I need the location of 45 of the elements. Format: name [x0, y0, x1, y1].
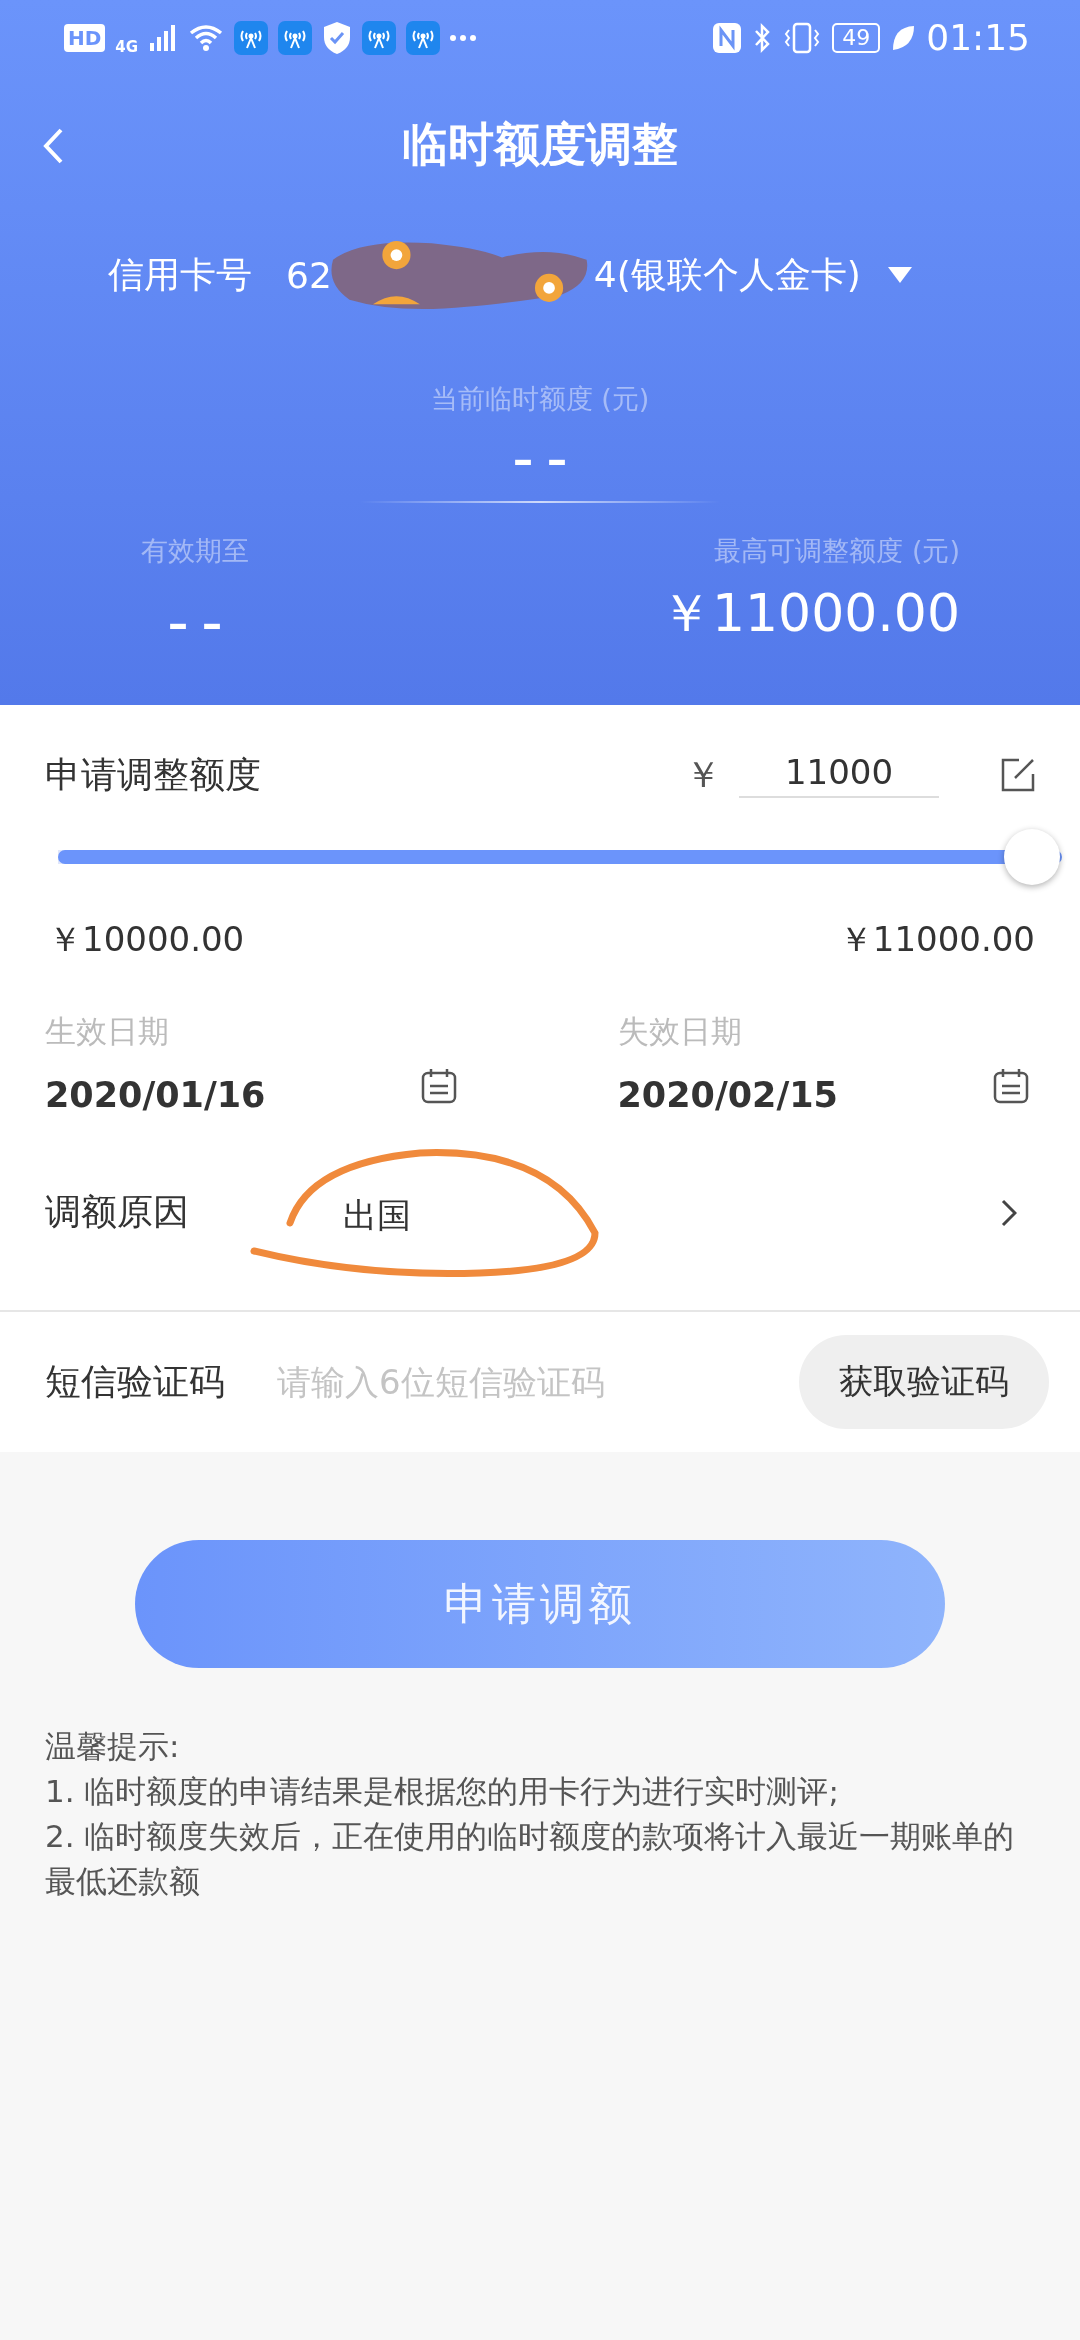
amount-label: 申请调整额度 — [45, 752, 262, 797]
tip-text: 1. 临时额度的申请结果是根据您的用卡行为进行实时测评; — [45, 1772, 840, 1811]
page-title: 临时额度调整 — [402, 116, 678, 173]
card-number-end: 4(银联个人金卡) — [593, 252, 861, 297]
hotspot-app-icon — [406, 20, 441, 55]
dropdown-caret-icon[interactable] — [886, 266, 913, 284]
get-code-button[interactable]: 获取验证码 — [799, 1335, 1049, 1429]
slider-max-value: ￥11000.00 — [838, 918, 1035, 961]
reason-label: 调额原因 — [45, 1190, 189, 1234]
current-limit-value: – – — [513, 437, 567, 483]
card-number-start: 62 — [286, 254, 332, 296]
edit-icon[interactable] — [1001, 758, 1035, 792]
network-label: 4G — [115, 37, 139, 56]
currency-symbol: ￥ — [685, 752, 721, 797]
hotspot-app-icon — [278, 20, 313, 55]
current-limit-label: 当前临时额度 (元) — [430, 382, 650, 416]
date-label: 生效日期 — [45, 1012, 170, 1051]
date-value[interactable]: 2020/01/16 — [45, 1075, 266, 1115]
hotspot-app-icon — [234, 20, 269, 55]
max-limit-label: 最高可调整额度 (元) — [714, 534, 960, 568]
valid-until-value: – – — [168, 601, 222, 647]
calendar-icon[interactable] — [419, 1067, 458, 1105]
hd-badge: HD — [64, 23, 106, 52]
reason-value[interactable]: 出国 — [343, 1192, 1001, 1239]
back-icon[interactable] — [42, 127, 64, 165]
tip-text: 温馨提示: — [45, 1727, 181, 1766]
calendar-icon[interactable] — [992, 1067, 1030, 1105]
shield-icon — [322, 20, 353, 55]
card-number-label: 信用卡号 — [108, 252, 252, 297]
sms-code-label: 短信验证码 — [45, 1359, 225, 1404]
max-limit-value: ￥11000.00 — [659, 582, 960, 645]
amount-field[interactable]: 11000 — [739, 752, 939, 798]
wifi-icon — [188, 22, 225, 53]
slider-thumb[interactable] — [1004, 829, 1060, 885]
slider-min-value: ￥10000.00 — [48, 918, 245, 961]
chevron-right-icon[interactable] — [1001, 1198, 1017, 1227]
more-icon — [450, 33, 477, 42]
battery-indicator: 49 — [832, 22, 881, 53]
valid-until-label: 有效期至 — [141, 534, 249, 568]
date-label: 失效日期 — [617, 1012, 743, 1051]
clock-time: 01:15 — [926, 17, 1030, 58]
nfc-icon — [712, 21, 743, 54]
hotspot-app-icon — [362, 20, 397, 55]
tip-text: 2. 临时额度失效后，正在使用的临时额度的款项将计入最近一期账单的最低还款额 — [45, 1817, 1016, 1901]
date-value[interactable]: 2020/02/15 — [617, 1075, 838, 1115]
